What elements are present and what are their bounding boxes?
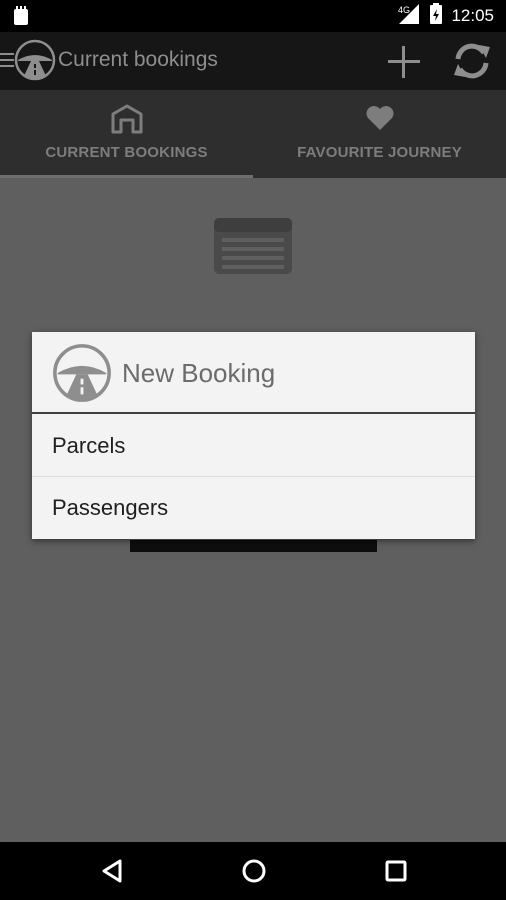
home-icon[interactable] — [234, 851, 274, 891]
menu-icon[interactable] — [0, 50, 14, 74]
list-card-icon — [212, 216, 294, 280]
plus-icon — [388, 46, 420, 78]
recents-icon[interactable] — [376, 851, 416, 891]
heart-icon — [365, 104, 395, 136]
app-bar: Current bookings — [0, 32, 506, 90]
refresh-button[interactable] — [450, 39, 494, 83]
option-label: Parcels — [52, 433, 126, 458]
tab-favourite-journey[interactable]: FAVOURITE JOURNEY — [253, 90, 506, 178]
new-booking-dialog: New Booking Parcels Passengers — [32, 332, 475, 539]
tab-bar: CURRENT BOOKINGS FAVOURITE JOURNEY — [0, 90, 506, 178]
add-button[interactable] — [384, 42, 424, 82]
notification-icon — [12, 6, 30, 30]
dialog-divider — [32, 412, 475, 414]
battery-icon — [429, 3, 443, 29]
signal-icon: 4G — [397, 3, 421, 29]
option-parcels[interactable]: Parcels — [32, 415, 475, 477]
background-button-shadow — [130, 540, 377, 552]
clock: 12:05 — [451, 6, 494, 25]
system-nav-bar — [0, 842, 506, 900]
dialog-header: New Booking — [32, 332, 475, 414]
back-icon[interactable] — [92, 851, 132, 891]
road-logo-icon[interactable] — [14, 39, 56, 85]
option-label: Passengers — [52, 495, 169, 520]
page-title: Current bookings — [58, 48, 218, 71]
tab-current-bookings[interactable]: CURRENT BOOKINGS — [0, 90, 253, 178]
tab-label: CURRENT BOOKINGS — [45, 144, 208, 161]
status-bar: 4G 12:05 — [0, 0, 506, 32]
tab-label: FAVOURITE JOURNEY — [297, 144, 462, 161]
svg-text:4G: 4G — [398, 5, 410, 15]
building-icon — [111, 104, 143, 138]
dialog-title: New Booking — [122, 358, 276, 388]
option-passengers[interactable]: Passengers — [32, 477, 475, 539]
refresh-icon — [454, 43, 490, 79]
road-logo-icon — [52, 343, 112, 407]
